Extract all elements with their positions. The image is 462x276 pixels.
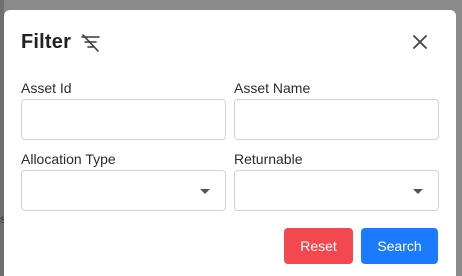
chevron-down-icon xyxy=(413,189,423,194)
modal-title: Filter xyxy=(21,31,72,53)
returnable-label: Returnable xyxy=(234,151,303,167)
search-button[interactable]: Search xyxy=(361,228,438,264)
allocation-type-label: Allocation Type xyxy=(21,151,116,167)
filter-off-icon xyxy=(80,33,101,54)
close-icon xyxy=(412,34,428,55)
asset-id-input[interactable] xyxy=(21,99,226,140)
asset-name-input[interactable] xyxy=(234,99,439,140)
returnable-select[interactable] xyxy=(234,170,439,211)
chevron-down-icon xyxy=(200,189,210,194)
allocation-type-select[interactable] xyxy=(21,170,226,211)
reset-button[interactable]: Reset xyxy=(284,228,353,264)
close-button[interactable] xyxy=(408,32,432,56)
asset-id-label: Asset Id xyxy=(21,80,72,96)
filter-modal: Filter Asset Id Asset Name Allocation Ty… xyxy=(4,10,456,276)
asset-name-label: Asset Name xyxy=(234,80,311,96)
modal-header: Filter xyxy=(4,10,456,72)
